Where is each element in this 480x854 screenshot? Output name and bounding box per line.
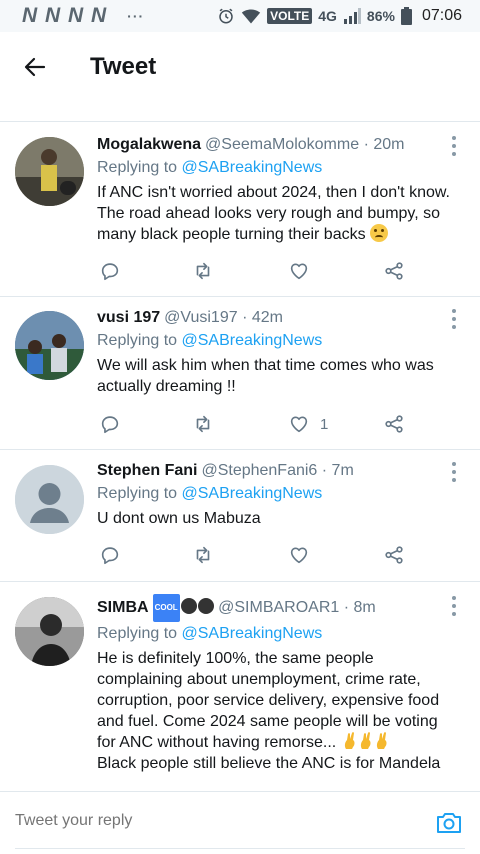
alarm-icon: [219, 8, 233, 24]
mention-link[interactable]: @SABreakingNews: [182, 625, 323, 642]
avatar[interactable]: [15, 597, 84, 666]
author-name[interactable]: Mogalakwena: [97, 136, 201, 153]
more-options-icon[interactable]: [450, 309, 458, 329]
reply-button[interactable]: [99, 412, 121, 436]
avatar[interactable]: [15, 465, 84, 534]
author-handle: @SIMBAROAR1: [218, 599, 340, 616]
retweet-icon: [196, 262, 210, 280]
mention-link[interactable]: @SABreakingNews: [182, 485, 323, 502]
notification-icons: N N N N ···: [22, 4, 144, 28]
camera-button[interactable]: [435, 809, 463, 837]
author-name[interactable]: SIMBA: [97, 599, 149, 616]
author-handle: @SeemaMolokomme: [205, 136, 360, 153]
reply-icon: [101, 416, 119, 434]
share-button[interactable]: [383, 543, 405, 567]
share-button[interactable]: [383, 412, 405, 436]
tweet-time: · 20m: [363, 136, 405, 153]
replying-to-label: Replying to: [97, 159, 178, 176]
reply-icon: [101, 547, 119, 565]
like-button[interactable]: 1: [288, 412, 328, 436]
wifi-icon: [241, 9, 261, 24]
retweet-icon: [196, 415, 210, 433]
tweet-text: If ANC isn't worried about 2024, then I …: [97, 184, 450, 243]
reply-button[interactable]: [99, 543, 121, 567]
crossed-fingers-emoji-icon: [376, 732, 387, 749]
notification-n-icons: N N N N: [22, 4, 108, 27]
mention-link[interactable]: @SABreakingNews: [182, 159, 323, 176]
share-icon: [385, 262, 403, 280]
author-handle: @StephenFani6: [201, 462, 318, 479]
tweet-item[interactable]: Stephen Fani @StephenFani6 · 7m Replying …: [0, 450, 480, 582]
replying-to-label: Replying to: [97, 332, 178, 349]
author-name[interactable]: vusi 197: [97, 309, 160, 326]
heart-icon: [290, 547, 308, 564]
camera-icon: [437, 813, 461, 833]
heart-icon: [290, 263, 308, 280]
battery-percent: 86%: [366, 8, 395, 24]
retweet-button[interactable]: [192, 412, 214, 436]
battery-icon: [400, 7, 412, 25]
avatar[interactable]: [15, 137, 84, 206]
crossed-fingers-emoji-icon: [360, 732, 371, 749]
default-avatar-icon: [15, 465, 84, 534]
reply-input[interactable]: [15, 808, 415, 834]
tweet-time: · 7m: [321, 462, 354, 479]
retweet-button[interactable]: [192, 543, 214, 567]
network-type: 4G: [318, 8, 337, 24]
tweet-text: U dont own us Mabuza: [97, 510, 261, 527]
crossed-fingers-emoji-icon: [344, 732, 355, 749]
tweet-time: · 42m: [242, 309, 283, 326]
black-circle-emoji-icon: [197, 598, 214, 614]
replying-to-label: Replying to: [97, 485, 178, 502]
replying-to-label: Replying to: [97, 625, 178, 642]
retweet-icon: [196, 546, 210, 564]
like-button[interactable]: [288, 259, 320, 283]
cool-badge-icon: COOL: [152, 594, 180, 622]
like-button[interactable]: [288, 543, 320, 567]
volte-badge: VOLTE: [267, 8, 313, 24]
status-bar: N N N N ··· VOLTE 4G 86% 07:06: [0, 0, 480, 32]
tweet-item[interactable]: SIMBA COOL @SIMBAROAR1 · 8m Replying to @…: [0, 582, 480, 791]
app-header: Tweet: [0, 32, 480, 102]
more-options-icon[interactable]: [450, 462, 458, 482]
divider: [0, 102, 480, 122]
author-name[interactable]: Stephen Fani: [97, 462, 197, 479]
page-title: Tweet: [90, 53, 157, 80]
tweet-item[interactable]: Mogalakwena @SeemaMolokomme · 20m Replyin…: [0, 122, 480, 297]
more-options-icon[interactable]: [450, 136, 458, 156]
more-options-icon[interactable]: [450, 596, 458, 616]
tweet-actions: [97, 259, 417, 283]
tweet-text-line-2: Black people still believe the ANC is fo…: [97, 755, 441, 772]
tweet-actions: [97, 543, 417, 567]
tweet-item[interactable]: vusi 197 @Vusi197 · 42m Replying to @SABr…: [0, 297, 480, 450]
divider: [15, 848, 465, 849]
retweet-button[interactable]: [192, 259, 214, 283]
clock: 07:06: [421, 7, 462, 24]
share-button[interactable]: [383, 259, 405, 283]
worried-face-emoji-icon: [370, 224, 389, 242]
reply-button[interactable]: [99, 259, 121, 283]
signal-icon: [343, 8, 361, 24]
arrow-left-icon: [24, 57, 46, 77]
share-icon: [385, 546, 403, 564]
tweet-time: · 8m: [343, 599, 376, 616]
reply-icon: [101, 263, 119, 281]
black-circle-emoji-icon: [180, 598, 197, 614]
share-icon: [385, 415, 403, 433]
tweet-actions: 1: [97, 412, 417, 436]
reply-bar: [0, 791, 480, 854]
heart-icon: [290, 416, 308, 433]
avatar[interactable]: [15, 311, 84, 380]
mention-link[interactable]: @SABreakingNews: [182, 332, 323, 349]
back-button[interactable]: [20, 52, 50, 82]
tweet-text: We will ask him when that time comes who…: [97, 357, 434, 395]
author-handle: @Vusi197: [164, 309, 238, 326]
like-count: 1: [320, 415, 329, 433]
more-notifications-icon: ···: [127, 8, 145, 24]
